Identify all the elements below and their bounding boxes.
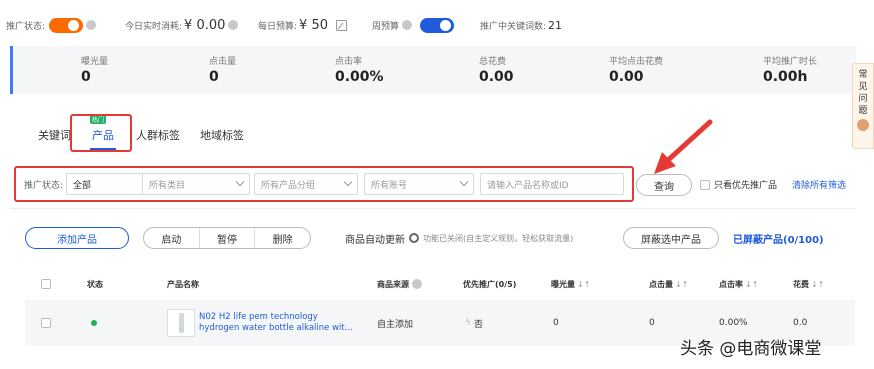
stat-ctr: 点击率 0.00% (335, 54, 384, 85)
auto-update-desc: 功能已关闭(自主定义规则，轻松获取流量) (423, 233, 574, 243)
top-status-bar: 推广状态: 今日实时消耗: ¥ 0.00 每日预算: ¥ 50 周预算 推广中关… (0, 14, 874, 36)
sort-icon: ↓↑ (745, 279, 759, 289)
product-thumbnail[interactable] (167, 309, 195, 337)
stat-avg-click-cost: 平均点击花费 0.00 (609, 54, 663, 85)
highlight-box (70, 114, 132, 152)
edit-icon[interactable] (336, 19, 347, 31)
stat-label: 曝光量 (81, 57, 109, 67)
highlight-box (14, 166, 634, 202)
stat-label: 总花费 (479, 57, 507, 67)
divider (10, 208, 856, 209)
stat-value: 0 (81, 69, 91, 85)
checkbox[interactable] (700, 179, 710, 190)
keyword-count-label: 推广中关键词数: (480, 21, 547, 32)
col-cost[interactable]: 花费 ↓↑ (793, 272, 824, 296)
support-avatar-icon (857, 119, 869, 131)
stat-label: 平均推广时长 (763, 57, 818, 67)
pause-button[interactable]: 暂停 (200, 228, 256, 248)
help-icon[interactable] (86, 20, 97, 30)
blocked-products-link[interactable]: 已屏蔽产品(0/100) (733, 227, 824, 249)
col-name: 产品名称 (167, 279, 199, 289)
start-button[interactable]: 启动 (144, 228, 200, 248)
col-clicks[interactable]: 点击量 ↓↑ (649, 272, 688, 296)
keyword-count: 推广中关键词数: 21 (480, 14, 562, 36)
help-icon[interactable] (228, 20, 239, 30)
stat-value: 0.00h (763, 69, 808, 85)
daily-budget-value: ¥ 50 (299, 17, 328, 33)
stat-label: 点击量 (209, 57, 237, 67)
auto-update-label: 商品自动更新 (345, 234, 405, 246)
stat-value: 0.00 (609, 69, 644, 85)
product-name-link[interactable]: N02 H2 life pem technology hydrogen wate… (199, 300, 353, 346)
tab-region-tags[interactable]: 地域标签 (200, 120, 244, 150)
daily-budget: 每日预算: ¥ 50 (258, 14, 347, 36)
sort-icon: ↓↑ (811, 279, 825, 289)
col-priority: 优先推广(0/5) (463, 279, 517, 289)
tab-bar: 关键词 热门 产品 人群标签 地域标签 (10, 115, 856, 150)
stats-panel: 曝光量 0 点击量 0 点击率 0.00% 总花费 0.00 平均点击花费 0.… (10, 46, 856, 94)
priority-only-option[interactable]: 只看优先推广品 (700, 178, 777, 191)
stat-value: 0 (209, 69, 219, 85)
batch-action-group: 启动 暂停 删除 (143, 227, 311, 249)
faq-char: 问 (858, 94, 868, 104)
select-all-checkbox[interactable] (41, 279, 51, 289)
col-ctr[interactable]: 点击率 ↓↑ (719, 272, 758, 296)
sort-icon: ↓↑ (675, 279, 689, 289)
gear-icon[interactable] (409, 233, 419, 243)
weekly-budget-label: 周预算 (372, 21, 400, 32)
faq-char: 见 (858, 82, 868, 92)
table-header: 状态 产品名称 商品来源 优先推广(0/5) 曝光量 ↓↑ 点击量 ↓↑ 点击率 ↓↑… (25, 272, 855, 296)
stat-clicks: 点击量 0 (209, 54, 236, 85)
promo-status-label: 推广状态: (6, 21, 46, 32)
daily-budget-label: 每日预算: (258, 21, 298, 32)
faq-char: 常 (858, 70, 868, 80)
weekly-budget: 周预算 (372, 14, 455, 36)
cell-impressions: 0 (553, 318, 559, 328)
realtime-spend-label: 今日实时消耗: (125, 21, 183, 32)
row-checkbox[interactable] (41, 318, 51, 328)
product-name-line: N02 H2 life pem technology (199, 312, 318, 322)
block-selected-button[interactable]: 屏蔽选中产品 (623, 227, 719, 249)
tab-keywords[interactable]: 关键词 (38, 120, 71, 150)
cell-priority[interactable]: ϟ否 (465, 300, 483, 346)
stat-avg-duration: 平均推广时长 0.00h (763, 54, 817, 85)
priority-only-label: 只看优先推广品 (714, 181, 778, 191)
promo-status-toggle[interactable] (49, 17, 84, 33)
tab-audience-tags[interactable]: 人群标签 (136, 120, 180, 150)
delete-button[interactable]: 删除 (255, 228, 310, 248)
keyword-count-value: 21 (548, 18, 563, 32)
product-name-line: hydrogen water bottle alkaline wit... (199, 323, 353, 333)
cell-clicks: 0 (649, 318, 655, 328)
col-status: 状态 (87, 279, 103, 289)
stat-label: 平均点击花费 (609, 57, 664, 67)
action-toolbar: 添加产品 启动 暂停 删除 商品自动更新 功能已关闭(自主定义规则，轻松获取流量… (25, 227, 855, 249)
col-impressions[interactable]: 曝光量 ↓↑ (551, 272, 590, 296)
auto-update-setting: 商品自动更新 功能已关闭(自主定义规则，轻松获取流量) (345, 227, 573, 249)
red-arrow-annotation (654, 119, 713, 174)
faq-char: 题 (858, 106, 868, 116)
stat-value: 0.00% (335, 69, 384, 85)
help-icon[interactable] (412, 279, 422, 289)
weekly-budget-toggle[interactable] (420, 17, 455, 33)
clear-filters-link[interactable]: 清除所有筛选 (792, 178, 846, 191)
realtime-spend-value: ¥ 0.00 (184, 17, 226, 33)
help-icon[interactable] (402, 20, 413, 30)
stat-impressions: 曝光量 0 (81, 54, 108, 85)
stat-value: 0.00 (479, 69, 514, 85)
stat-total-cost: 总花费 0.00 (479, 54, 514, 85)
bolt-icon: ϟ (465, 318, 471, 328)
promo-status: 推广状态: (6, 14, 97, 36)
watermark: 头条 @电商微课堂 (680, 339, 822, 359)
cell-source: 自主添加 (377, 319, 414, 330)
status-active-dot (91, 320, 97, 326)
stat-label: 点击率 (335, 57, 363, 67)
add-product-button[interactable]: 添加产品 (25, 227, 129, 249)
sort-icon: ↓↑ (577, 279, 591, 289)
realtime-spend: 今日实时消耗: ¥ 0.00 (125, 14, 239, 36)
col-source: 商品来源 (377, 272, 422, 296)
